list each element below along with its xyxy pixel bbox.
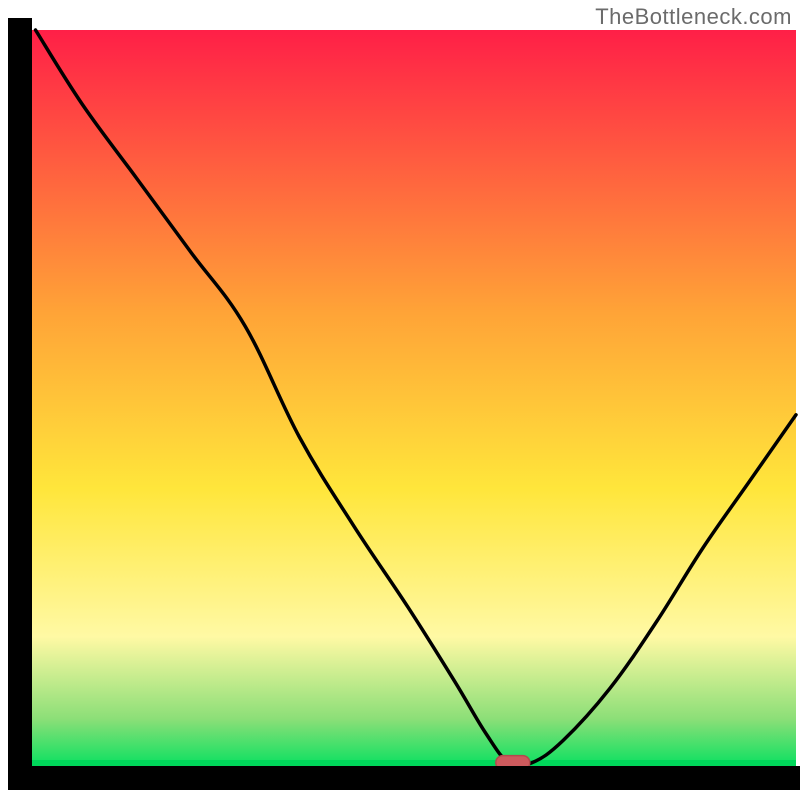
watermark-text: TheBottleneck.com bbox=[595, 4, 792, 30]
chart-svg bbox=[0, 0, 800, 800]
chart-stage: TheBottleneck.com bbox=[0, 0, 800, 800]
gradient-background bbox=[20, 30, 796, 770]
